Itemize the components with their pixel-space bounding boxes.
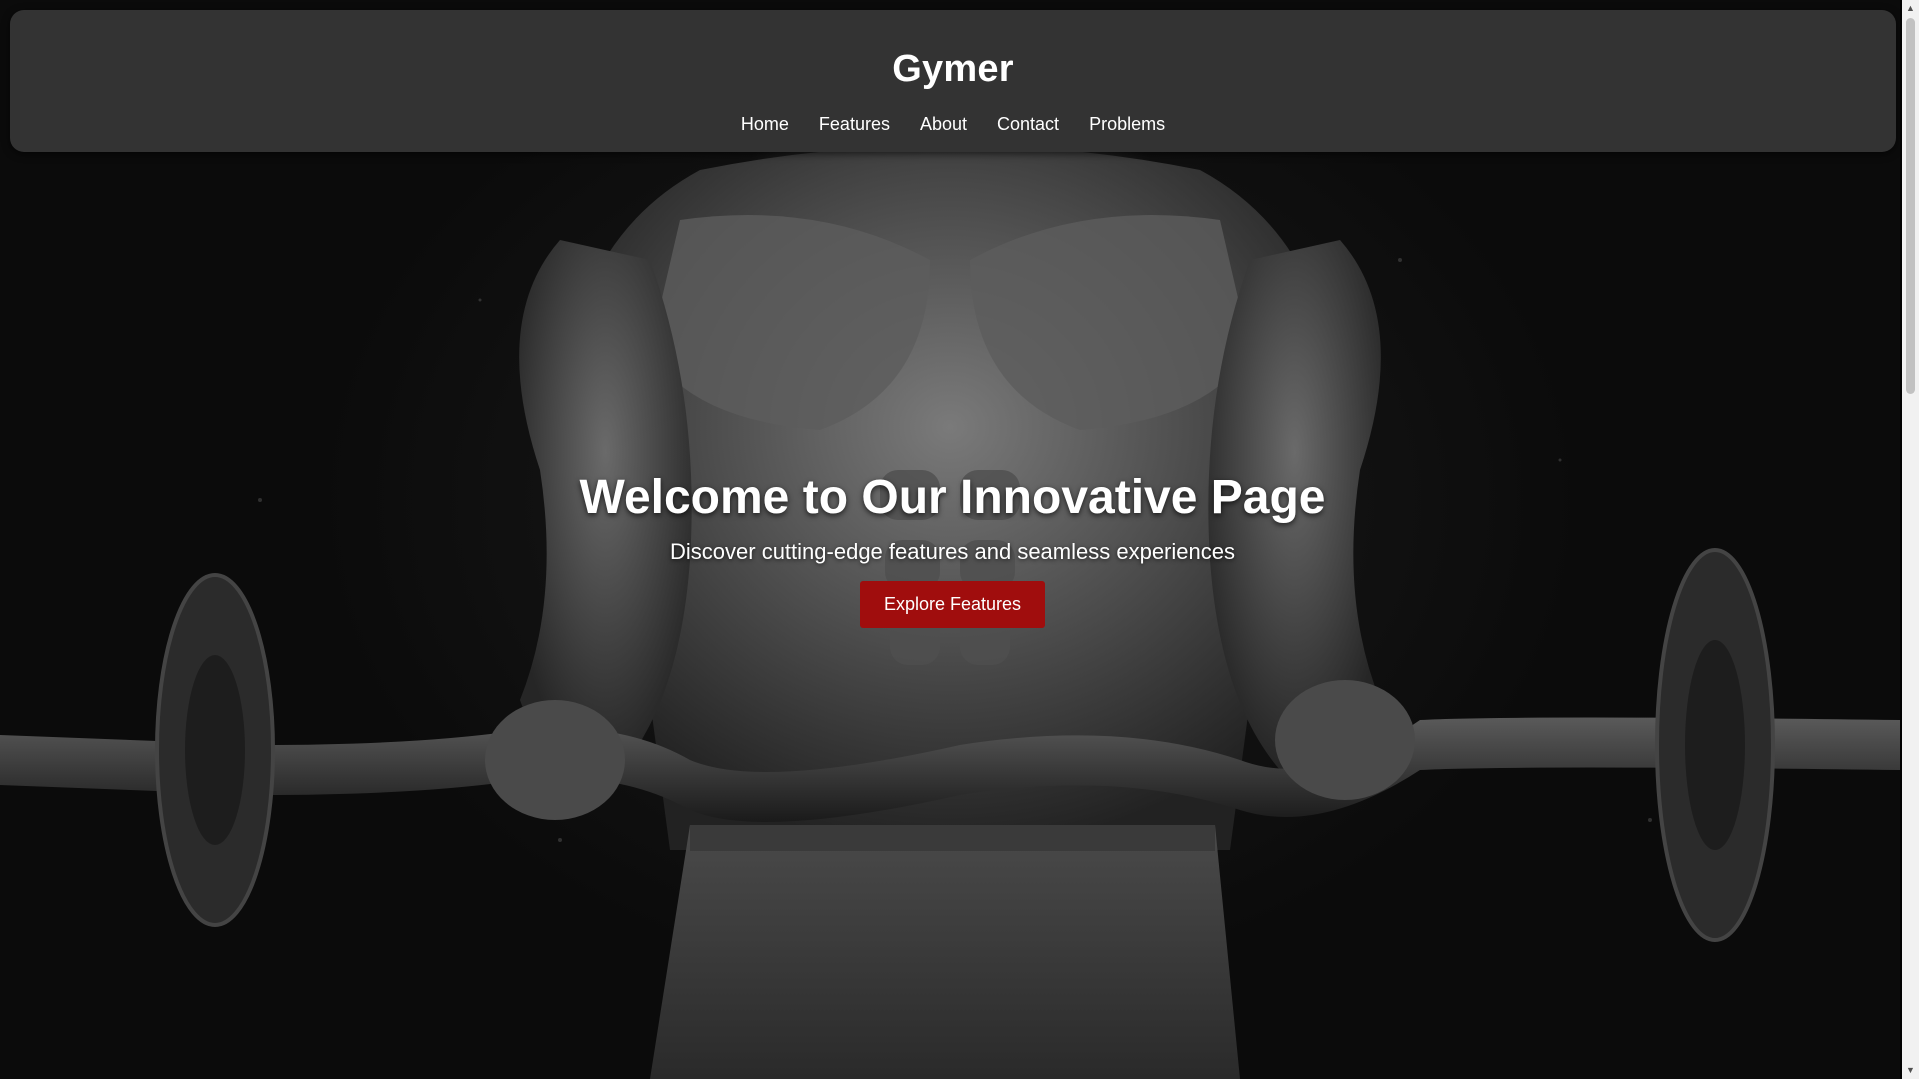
hero-subtitle: Discover cutting-edge features and seaml… [670,539,1235,564]
nav-link-home[interactable]: Home [741,114,789,135]
page-scrollbar[interactable]: ▲ ▼ [1902,0,1919,1079]
nav-link-features[interactable]: Features [819,114,890,135]
explore-features-button[interactable]: Explore Features [859,581,1046,628]
scroll-up-arrow-icon[interactable]: ▲ [1902,0,1919,17]
scroll-down-arrow-icon[interactable]: ▼ [1902,1062,1919,1079]
site-logo-text[interactable]: Gymer [10,48,1896,91]
nav-link-problems[interactable]: Problems [1089,114,1165,135]
hero-section: Welcome to Our Innovative Page Discover … [0,470,1905,628]
scrollbar-thumb[interactable] [1906,18,1915,394]
hero-title: Welcome to Our Innovative Page [579,471,1326,524]
nav-link-contact[interactable]: Contact [997,114,1059,135]
main-nav: Home Features About Contact Problems [10,114,1896,135]
page: Gymer Home Features About Contact Proble… [0,0,1919,1079]
nav-link-about[interactable]: About [920,114,967,135]
site-header: Gymer Home Features About Contact Proble… [10,10,1896,152]
